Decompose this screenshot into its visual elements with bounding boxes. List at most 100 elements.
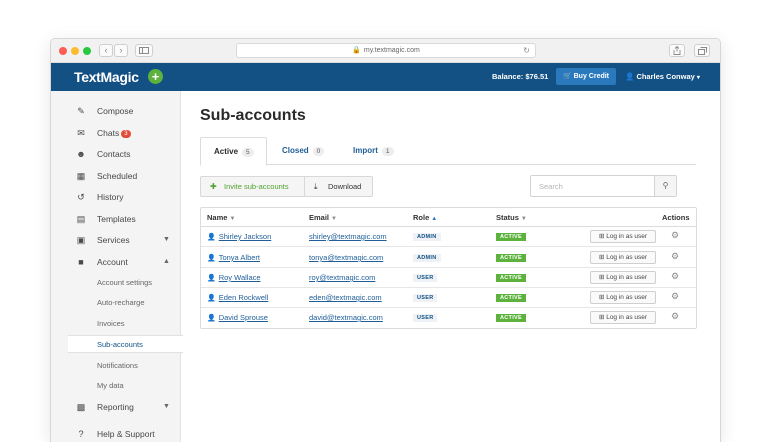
sidebar-item-history[interactable]: ↺ History bbox=[51, 187, 181, 207]
sidebar-item-label: Services bbox=[97, 235, 130, 245]
gear-icon[interactable]: ⚙ bbox=[671, 230, 679, 241]
contacts-icon: ☻ bbox=[76, 149, 86, 159]
maximize-window-button[interactable] bbox=[83, 47, 91, 55]
user-menu[interactable]: 👤 Charles Conway ▾ bbox=[625, 72, 700, 81]
sidebar-item-reporting[interactable]: ▩ Reporting ▼ bbox=[51, 397, 181, 417]
gear-icon[interactable]: ⚙ bbox=[671, 311, 679, 322]
tabs-icon[interactable] bbox=[694, 44, 710, 57]
invite-sub-accounts-button[interactable]: ✚ Invite sub-accounts bbox=[200, 176, 305, 197]
gear-icon[interactable]: ⚙ bbox=[671, 251, 679, 262]
email-link[interactable]: roy@textmagic.com bbox=[309, 273, 375, 282]
gear-icon[interactable]: ⚙ bbox=[671, 291, 679, 302]
buy-credit-button[interactable]: 🛒 Buy Credit bbox=[556, 68, 616, 85]
help-icon: ? bbox=[78, 429, 84, 439]
share-icon[interactable] bbox=[669, 44, 685, 57]
user-name-link[interactable]: 👤 Eden Rockwell bbox=[207, 293, 268, 302]
sidebar-subitem-auto-recharge[interactable]: Auto-recharge bbox=[51, 294, 181, 312]
user-name-link[interactable]: 👤 David Sprouse bbox=[207, 313, 268, 322]
log-in-as-user-button[interactable]: ⊞ Log in as user bbox=[590, 251, 656, 264]
page-title: Sub-accounts bbox=[200, 107, 306, 124]
sidebar-subitem-sub-accounts[interactable]: Sub-accounts bbox=[68, 335, 183, 353]
sidebar-subitem-my-data[interactable]: My data bbox=[51, 377, 181, 395]
sidebar-subitem-invoices[interactable]: Invoices bbox=[51, 315, 181, 333]
user-name-link[interactable]: 👤 Roy Wallace bbox=[207, 273, 261, 282]
chats-icon: ✉ bbox=[77, 128, 85, 138]
sort-down-icon: ▼ bbox=[229, 216, 236, 222]
user-name-link[interactable]: 👤 Tonya Albert bbox=[207, 253, 260, 262]
email-link[interactable]: eden@textmagic.com bbox=[309, 293, 382, 302]
sidebar-item-chats[interactable]: ✉ Chats 3 bbox=[51, 123, 181, 143]
compose-icon: ✎ bbox=[77, 106, 85, 116]
sidebar-item-templates[interactable]: ▤ Templates bbox=[51, 209, 181, 229]
status-badge: ACTIVE bbox=[496, 254, 526, 262]
plus-circle-icon: ✚ bbox=[210, 182, 217, 191]
sidebar-item-account[interactable]: ■ Account ▲ bbox=[51, 252, 181, 272]
sidebar-item-label: Scheduled bbox=[97, 171, 138, 181]
table-row: 👤 Roy Wallace roy@textmagic.com USER ACTI… bbox=[201, 268, 696, 288]
balance-text: Balance: $76.51 bbox=[492, 72, 549, 81]
sidebar-subitem-account-settings[interactable]: Account settings bbox=[51, 274, 181, 292]
login-label: Log in as user bbox=[606, 233, 648, 240]
log-in-as-user-button[interactable]: ⊞ Log in as user bbox=[590, 271, 656, 284]
account-icon: ■ bbox=[78, 257, 84, 267]
name-text: Roy Wallace bbox=[218, 273, 261, 282]
subitem-label: Sub-accounts bbox=[97, 340, 143, 349]
sidebar-item-scheduled[interactable]: ▦ Scheduled bbox=[51, 166, 181, 186]
download-button[interactable]: ⤓ Download bbox=[304, 176, 373, 197]
email-link[interactable]: shirley@textmagic.com bbox=[309, 232, 387, 241]
column-header-role[interactable]: Role ▲ bbox=[413, 213, 437, 222]
user-icon: 👤 bbox=[207, 295, 216, 302]
subitem-label: Invoices bbox=[97, 319, 125, 328]
sidebar-toggle-icon[interactable] bbox=[135, 44, 153, 57]
sidebar-item-compose[interactable]: ✎ Compose bbox=[51, 101, 181, 121]
forward-icon[interactable]: › bbox=[114, 44, 128, 57]
login-label: Log in as user bbox=[606, 314, 648, 321]
tab-import[interactable]: Import 1 bbox=[353, 137, 394, 165]
name-text: Shirley Jackson bbox=[218, 232, 272, 241]
minimize-window-button[interactable] bbox=[71, 47, 79, 55]
subitem-label: Auto-recharge bbox=[97, 298, 145, 307]
new-message-plus-button[interactable]: + bbox=[148, 69, 163, 84]
sidebar-item-services[interactable]: ▣ Services ▼ bbox=[51, 230, 181, 250]
address-bar[interactable]: 🔒 my.textmagic.com ↻ bbox=[236, 43, 536, 58]
reporting-icon: ▩ bbox=[76, 402, 86, 412]
close-window-button[interactable] bbox=[59, 47, 67, 55]
back-icon[interactable]: ‹ bbox=[99, 44, 113, 57]
sidebar-item-label: Templates bbox=[97, 214, 136, 224]
sidebar-item-label: Account bbox=[97, 257, 128, 267]
log-in-as-user-button[interactable]: ⊞ Log in as user bbox=[590, 311, 656, 324]
reload-icon[interactable]: ↻ bbox=[523, 44, 530, 57]
log-in-as-user-button[interactable]: ⊞ Log in as user bbox=[590, 291, 656, 304]
user-icon: 👤 bbox=[625, 72, 635, 81]
column-header-status[interactable]: Status ▼ bbox=[496, 213, 527, 222]
tab-closed[interactable]: Closed 0 bbox=[282, 137, 325, 165]
textmagic-logo[interactable]: TextMagic bbox=[74, 69, 139, 85]
sidebar-item-help[interactable]: ? Help & Support bbox=[51, 424, 181, 442]
user-icon: 👤 bbox=[207, 275, 216, 282]
search-input[interactable] bbox=[531, 176, 655, 196]
table-row: 👤 David Sprouse david@textmagic.com USER … bbox=[201, 308, 696, 328]
tab-count: 0 bbox=[312, 147, 325, 156]
subitem-label: Account settings bbox=[97, 278, 153, 287]
gear-icon[interactable]: ⚙ bbox=[671, 271, 679, 282]
email-link[interactable]: david@textmagic.com bbox=[309, 313, 383, 322]
column-label: Role bbox=[413, 213, 430, 222]
log-in-as-user-button[interactable]: ⊞ Log in as user bbox=[590, 230, 656, 243]
tab-active[interactable]: Active 5 bbox=[200, 137, 267, 166]
sidebar-item-label: History bbox=[97, 192, 124, 202]
browser-window: ‹ › 🔒 my.textmagic.com ↻ TextMagic + Bala… bbox=[50, 38, 721, 442]
sidebar-subitem-notifications[interactable]: Notifications bbox=[51, 357, 181, 375]
search-icon[interactable]: ⚲ bbox=[654, 176, 676, 196]
email-link[interactable]: tonya@textmagic.com bbox=[309, 253, 383, 262]
invite-label: Invite sub-accounts bbox=[224, 182, 289, 191]
login-label: Log in as user bbox=[606, 294, 648, 301]
download-icon: ⤓ bbox=[314, 182, 318, 191]
column-header-email[interactable]: Email ▼ bbox=[309, 213, 337, 222]
tab-count: 5 bbox=[242, 148, 254, 157]
column-header-name[interactable]: Name ▼ bbox=[207, 213, 235, 222]
buy-credit-label: Buy Credit bbox=[573, 73, 610, 80]
subitem-label: My data bbox=[97, 381, 124, 390]
user-name-link[interactable]: 👤 Shirley Jackson bbox=[207, 232, 271, 241]
status-badge: ACTIVE bbox=[496, 294, 526, 302]
sidebar-item-contacts[interactable]: ☻ Contacts bbox=[51, 144, 181, 164]
